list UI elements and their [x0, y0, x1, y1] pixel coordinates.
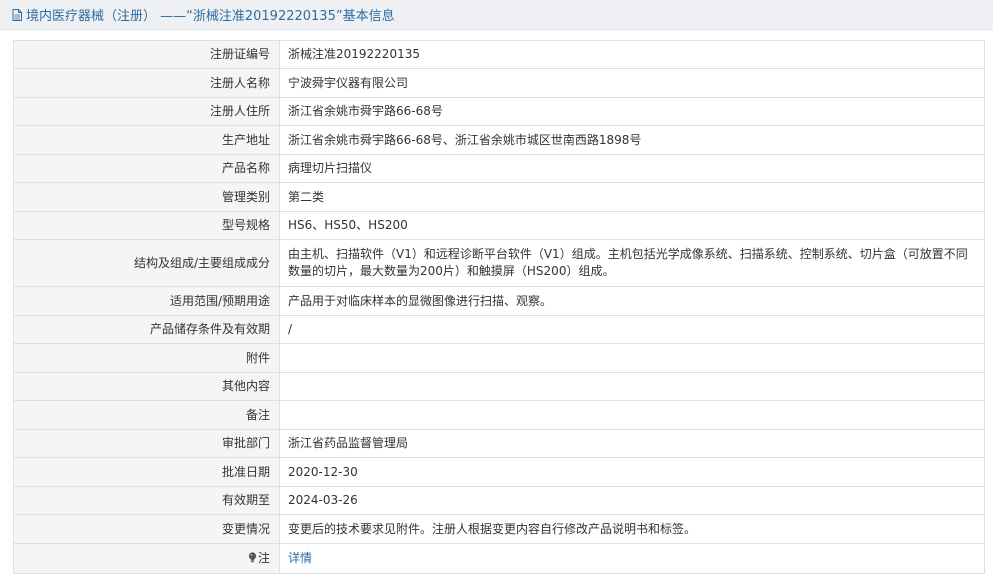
row-label: 管理类别 — [13, 182, 280, 212]
table-row: 结构及组成/主要组成成分 由主机、扫描软件（V1）和远程诊断平台软件（V1）组成… — [13, 239, 985, 287]
row-value: 由主机、扫描软件（V1）和远程诊断平台软件（V1）组成。主机包括光学成像系统、扫… — [279, 239, 985, 287]
row-value: 第二类 — [279, 182, 985, 212]
row-value: 产品用于对临床样本的显微图像进行扫描、观察。 — [279, 286, 985, 316]
row-value: 宁波舜宇仪器有限公司 — [279, 68, 985, 98]
page-title: 境内医疗器械（注册） ——“浙械注准20192220135”基本信息 — [26, 9, 395, 24]
table-row: 产品储存条件及有效期 / — [13, 315, 985, 344]
row-label: 型号规格 — [13, 211, 280, 240]
table-row: 其他内容 — [13, 372, 985, 401]
table-row: 注册人名称 宁波舜宇仪器有限公司 — [13, 68, 985, 98]
row-value: 浙江省余姚市舜宇路66-68号 — [279, 97, 985, 126]
table-row: 生产地址 浙江省余姚市舜宇路66-68号、浙江省余姚市城区世南西路1898号 — [13, 125, 985, 155]
row-label: 批准日期 — [13, 457, 280, 487]
row-label: 适用范围/预期用途 — [13, 286, 280, 316]
row-label: 注册证编号 — [13, 40, 280, 69]
note-value-cell: 详情 — [279, 543, 985, 574]
row-label: 产品储存条件及有效期 — [13, 315, 280, 344]
row-value: 浙江省余姚市舜宇路66-68号、浙江省余姚市城区世南西路1898号 — [279, 125, 985, 155]
lightbulb-icon — [248, 552, 257, 563]
details-link[interactable]: 详情 — [288, 551, 312, 565]
table-row: 有效期至 2024-03-26 — [13, 486, 985, 515]
row-value: 病理切片扫描仪 — [279, 154, 985, 183]
table-row: 适用范围/预期用途 产品用于对临床样本的显微图像进行扫描、观察。 — [13, 286, 985, 316]
table-row: 变更情况 变更后的技术要求见附件。注册人根据变更内容自行修改产品说明书和标签。 — [13, 514, 985, 544]
row-label: 变更情况 — [13, 514, 280, 544]
row-value: 浙械注准20192220135 — [279, 40, 985, 69]
table-row: 附件 — [13, 343, 985, 373]
row-value — [279, 343, 985, 373]
row-value — [279, 372, 985, 401]
row-value: 2024-03-26 — [279, 486, 985, 515]
row-label: 有效期至 — [13, 486, 280, 515]
row-value: / — [279, 315, 985, 344]
table-row: 产品名称 病理切片扫描仪 — [13, 154, 985, 183]
row-value: 变更后的技术要求见附件。注册人根据变更内容自行修改产品说明书和标签。 — [279, 514, 985, 544]
row-label: 审批部门 — [13, 429, 280, 458]
row-label: 结构及组成/主要组成成分 — [13, 239, 280, 287]
row-label: 附件 — [13, 343, 280, 373]
table-row: 型号规格 HS6、HS50、HS200 — [13, 211, 985, 240]
document-icon — [12, 8, 22, 21]
row-label: 产品名称 — [13, 154, 280, 183]
row-label: 备注 — [13, 400, 280, 430]
title-bar: 境内医疗器械（注册） ——“浙械注准20192220135”基本信息 — [0, 0, 993, 30]
row-value: HS6、HS50、HS200 — [279, 211, 985, 240]
table-row: 备注 — [13, 400, 985, 430]
row-label: 注册人名称 — [13, 68, 280, 98]
table-row: 管理类别 第二类 — [13, 182, 985, 212]
row-label: 注册人住所 — [13, 97, 280, 126]
table-row: 注册人住所 浙江省余姚市舜宇路66-68号 — [13, 97, 985, 126]
table-row: 注册证编号 浙械注准20192220135 — [13, 40, 985, 69]
row-label: 生产地址 — [13, 125, 280, 155]
table-row: 审批部门 浙江省药品监督管理局 — [13, 429, 985, 458]
row-label: 其他内容 — [13, 372, 280, 401]
info-table: 注册证编号 浙械注准20192220135 注册人名称 宁波舜宇仪器有限公司 注… — [13, 40, 985, 574]
row-value: 2020-12-30 — [279, 457, 985, 487]
note-row: 注 详情 — [13, 543, 985, 574]
note-label-cell: 注 — [13, 543, 280, 574]
row-value — [279, 400, 985, 430]
row-value: 浙江省药品监督管理局 — [279, 429, 985, 458]
note-label: 注 — [257, 551, 270, 565]
table-row: 批准日期 2020-12-30 — [13, 457, 985, 487]
page: 境内医疗器械（注册） ——“浙械注准20192220135”基本信息 注册证编号… — [0, 0, 993, 583]
